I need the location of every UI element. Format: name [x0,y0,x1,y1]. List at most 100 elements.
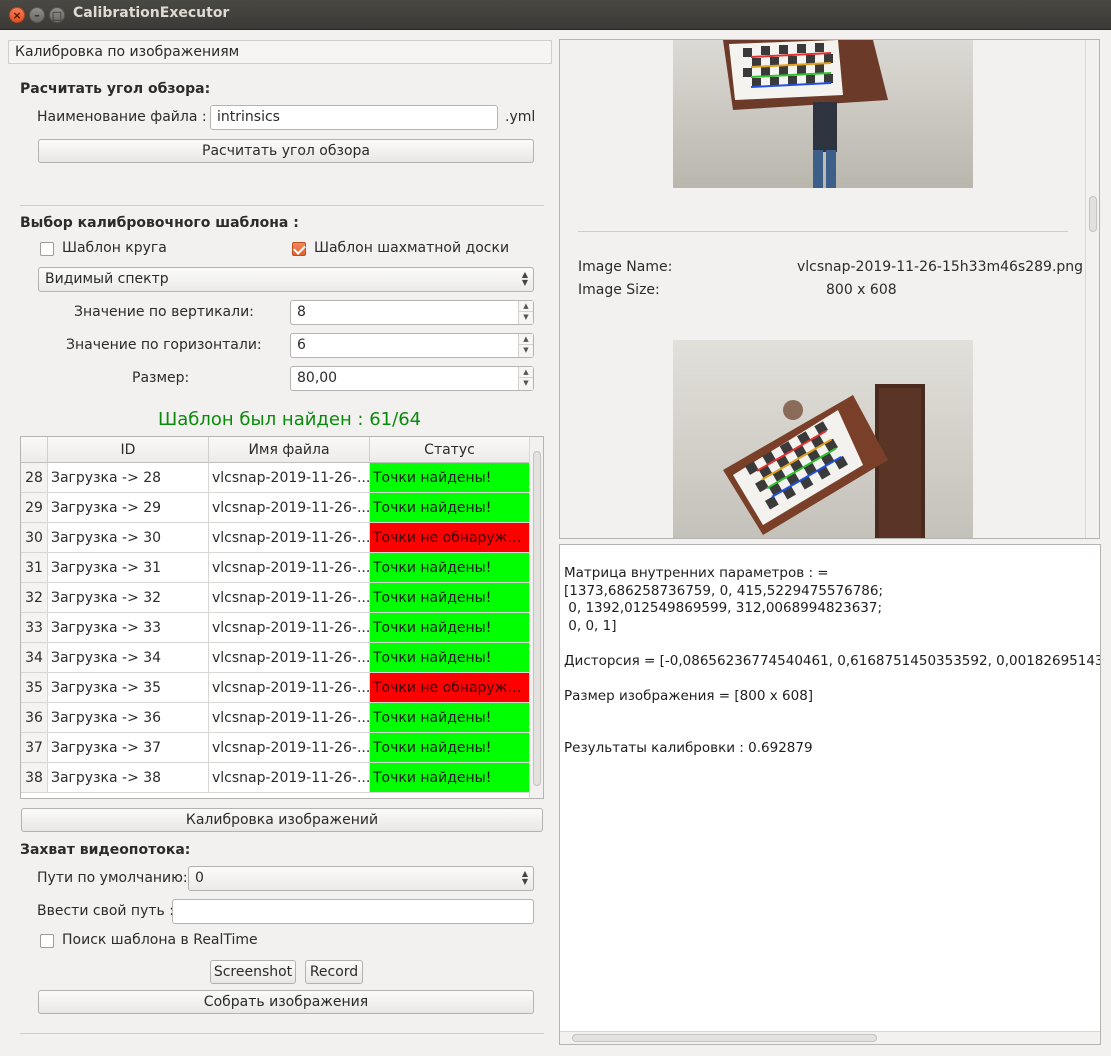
table-row[interactable]: 36 Загрузка -> 36 vlcsnap-2019-11-26-... То… [21,703,530,733]
spectrum-select-value: Видимый спектр [45,271,169,287]
table-row[interactable]: 33 Загрузка -> 33 vlcsnap-2019-11-26-... То… [21,613,530,643]
result-line: Дисторсия = [-0,08656236774540461, 0,616… [564,652,1101,669]
row-status[interactable]: Точки найдены! [370,583,530,613]
table-row[interactable]: 29 Загрузка -> 29 vlcsnap-2019-11-26-... То… [21,493,530,523]
chessboard-pattern-checkbox[interactable] [292,242,306,256]
row-filename[interactable]: vlcsnap-2019-11-26-... [209,703,370,733]
column-header-filename[interactable]: Имя файла [209,437,370,463]
row-filename[interactable]: vlcsnap-2019-11-26-... [209,613,370,643]
row-id[interactable]: Загрузка -> 37 [48,733,209,763]
row-number[interactable]: 38 [21,763,48,793]
minimize-window-button[interactable]: – [29,7,45,23]
image-preview-panel[interactable]: Image Name: vlcsnap-2019-11-26-15h33m46s… [559,39,1100,539]
row-id[interactable]: Загрузка -> 28 [48,463,209,493]
spin-up-icon[interactable]: ▲ [519,367,533,378]
vertical-value-spinbox[interactable]: 8 ▲ ▼ [290,300,534,325]
default-path-select[interactable]: 0 ▲ ▼ [188,866,534,891]
row-id[interactable]: Загрузка -> 33 [48,613,209,643]
row-filename[interactable]: vlcsnap-2019-11-26-... [209,493,370,523]
row-number[interactable]: 33 [21,613,48,643]
size-spinbox[interactable]: 80,00 ▲ ▼ [290,366,534,391]
row-id[interactable]: Загрузка -> 38 [48,763,209,793]
row-status[interactable]: Точки не обнаруже... [370,523,530,553]
row-number[interactable]: 28 [21,463,48,493]
row-filename[interactable]: vlcsnap-2019-11-26-... [209,643,370,673]
column-header-id[interactable]: ID [48,437,209,463]
screenshot-button[interactable]: Screenshot [210,960,296,984]
column-header-status[interactable]: Статус [370,437,530,463]
row-id[interactable]: Загрузка -> 29 [48,493,209,523]
row-filename[interactable]: vlcsnap-2019-11-26-... [209,763,370,793]
table-row[interactable]: 38 Загрузка -> 38 vlcsnap-2019-11-26-... То… [21,763,530,793]
table-row[interactable]: 28 Загрузка -> 28 vlcsnap-2019-11-26-... То… [21,463,530,493]
table-row[interactable]: 37 Загрузка -> 37 vlcsnap-2019-11-26-... То… [21,733,530,763]
size-value-text: 80,00 [297,370,338,386]
row-status[interactable]: Точки найдены! [370,643,530,673]
spin-down-icon[interactable]: ▼ [519,378,533,389]
table-scrollbar-thumb[interactable] [533,451,541,786]
calibration-results-panel[interactable]: Матрица внутренних параметров : = [1373,6… [559,544,1101,1045]
row-status[interactable]: Точки найдены! [370,763,530,793]
row-filename[interactable]: vlcsnap-2019-11-26-... [209,733,370,763]
horizontal-value-spinbox[interactable]: 6 ▲ ▼ [290,333,534,358]
row-status[interactable]: Точки найдены! [370,613,530,643]
row-filename[interactable]: vlcsnap-2019-11-26-... [209,553,370,583]
close-window-button[interactable]: × [9,7,25,23]
vertical-value-text: 8 [297,304,306,320]
row-status[interactable]: Точки найдены! [370,703,530,733]
row-status[interactable]: Точки не обнаруже... [370,673,530,703]
updown-arrows-icon: ▲ ▼ [521,270,528,287]
realtime-search-checkbox[interactable] [40,934,54,948]
image-panel-scrollbar-thumb[interactable] [1089,196,1097,232]
spin-down-icon[interactable]: ▼ [519,345,533,356]
results-horizontal-scrollbar[interactable] [560,1031,1100,1044]
window-title: CalibrationExecutor [73,5,230,21]
row-status[interactable]: Точки найдены! [370,733,530,763]
table-row[interactable]: 35 Загрузка -> 35 vlcsnap-2019-11-26-... То… [21,673,530,703]
table-scrollbar[interactable] [529,437,543,798]
row-id[interactable]: Загрузка -> 35 [48,673,209,703]
image-panel-scrollbar[interactable] [1085,40,1099,538]
table-row[interactable]: 32 Загрузка -> 32 vlcsnap-2019-11-26-... То… [21,583,530,613]
calibration-results-text: Матрица внутренних параметров : = [1373,6… [564,565,1101,758]
row-status[interactable]: Точки найдены! [370,493,530,523]
row-status[interactable]: Точки найдены! [370,553,530,583]
images-table[interactable]: ID Имя файла Статус 28 Загрузка -> 28 vlcs… [20,436,544,799]
row-filename[interactable]: vlcsnap-2019-11-26-... [209,463,370,493]
row-number[interactable]: 32 [21,583,48,613]
row-number[interactable]: 30 [21,523,48,553]
row-id[interactable]: Загрузка -> 34 [48,643,209,673]
spectrum-select[interactable]: Видимый спектр ▲ ▼ [38,267,534,292]
row-number[interactable]: 34 [21,643,48,673]
calculate-fov-button[interactable]: Расчитать угол обзора [38,139,534,163]
row-number[interactable]: 31 [21,553,48,583]
results-horizontal-scrollbar-thumb[interactable] [572,1034,877,1042]
row-id[interactable]: Загрузка -> 30 [48,523,209,553]
table-row[interactable]: 31 Загрузка -> 31 vlcsnap-2019-11-26-... То… [21,553,530,583]
row-filename[interactable]: vlcsnap-2019-11-26-... [209,673,370,703]
row-number[interactable]: 29 [21,493,48,523]
row-filename[interactable]: vlcsnap-2019-11-26-... [209,523,370,553]
image-calibration-tab[interactable]: Калибровка по изображениям [8,40,552,64]
spin-down-icon[interactable]: ▼ [519,312,533,323]
row-number[interactable]: 37 [21,733,48,763]
row-id[interactable]: Загрузка -> 32 [48,583,209,613]
spin-up-icon[interactable]: ▲ [519,301,533,312]
calibrate-images-button[interactable]: Калибровка изображений [21,808,543,832]
circle-pattern-checkbox[interactable] [40,242,54,256]
row-id[interactable]: Загрузка -> 36 [48,703,209,733]
file-name-input[interactable]: intrinsics [210,105,498,130]
spin-up-icon[interactable]: ▲ [519,334,533,345]
row-status[interactable]: Точки найдены! [370,463,530,493]
collect-images-button[interactable]: Собрать изображения [38,990,534,1014]
row-number[interactable]: 35 [21,673,48,703]
record-button[interactable]: Record [305,960,363,984]
row-number[interactable]: 36 [21,703,48,733]
table-row[interactable]: 34 Загрузка -> 34 vlcsnap-2019-11-26-... То… [21,643,530,673]
result-line [564,670,1100,688]
custom-path-input[interactable] [172,899,534,924]
table-row[interactable]: 30 Загрузка -> 30 vlcsnap-2019-11-26-... То… [21,523,530,553]
row-filename[interactable]: vlcsnap-2019-11-26-... [209,583,370,613]
maximize-window-button[interactable]: □ [49,7,65,23]
row-id[interactable]: Загрузка -> 31 [48,553,209,583]
